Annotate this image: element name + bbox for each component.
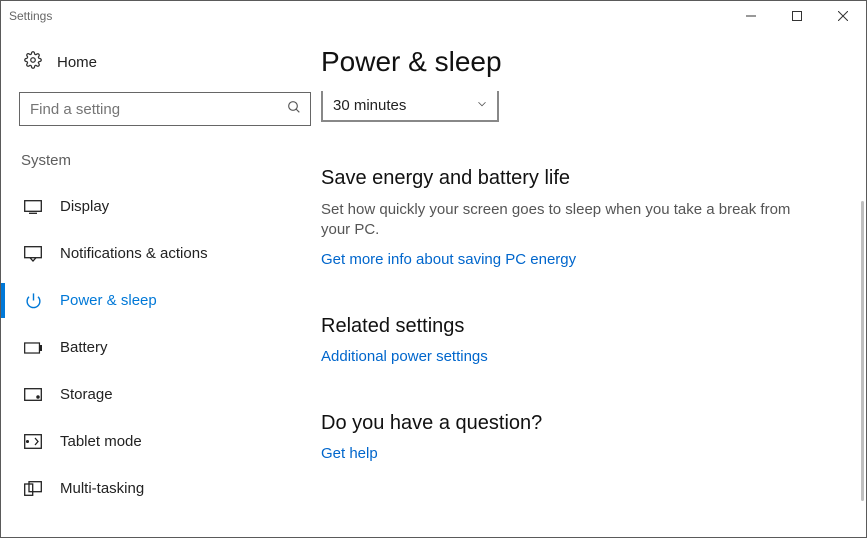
nav-multitasking[interactable]: Multi-tasking	[19, 465, 321, 512]
multitasking-icon	[24, 481, 42, 496]
notifications-icon	[24, 246, 42, 262]
nav-display[interactable]: Display	[19, 183, 321, 230]
save-energy-section: Save energy and battery life Set how qui…	[321, 167, 848, 269]
related-section: Related settings Additional power settin…	[321, 315, 848, 366]
related-heading: Related settings	[321, 315, 848, 338]
nav-label: Tablet mode	[60, 433, 142, 450]
save-energy-link[interactable]: Get more info about saving PC energy	[321, 251, 576, 268]
maximize-button[interactable]	[774, 1, 820, 31]
nav-label: Notifications & actions	[60, 245, 208, 262]
search-box[interactable]	[19, 92, 311, 126]
content-pane: Power & sleep When plugged in, PC goes t…	[321, 31, 866, 537]
sleep-time-dropdown[interactable]: 30 minutes	[321, 91, 499, 122]
titlebar: Settings	[1, 1, 866, 31]
save-energy-desc: Set how quickly your screen goes to slee…	[321, 200, 796, 241]
nav-label: Multi-tasking	[60, 480, 144, 497]
nav-storage[interactable]: Storage	[19, 371, 321, 418]
scrollbar-thumb[interactable]	[861, 201, 864, 501]
tablet-icon	[24, 434, 42, 449]
related-link[interactable]: Additional power settings	[321, 348, 488, 365]
nav-battery[interactable]: Battery	[19, 324, 321, 371]
nav-label: Power & sleep	[60, 292, 157, 309]
display-icon	[24, 200, 42, 214]
sidebar: Home System Display	[1, 31, 321, 537]
gear-icon	[24, 51, 42, 74]
close-button[interactable]	[820, 1, 866, 31]
dropdown-value: 30 minutes	[333, 97, 475, 114]
question-section: Do you have a question? Get help	[321, 412, 848, 463]
home-link[interactable]: Home	[19, 43, 321, 92]
settings-window: Settings Home	[0, 0, 867, 538]
power-icon	[24, 292, 42, 309]
chevron-down-icon	[475, 97, 489, 115]
search-icon	[286, 99, 302, 120]
page-title: Power & sleep	[321, 31, 866, 90]
minimize-button[interactable]	[728, 1, 774, 31]
get-help-link[interactable]: Get help	[321, 445, 378, 462]
nav-tablet-mode[interactable]: Tablet mode	[19, 418, 321, 465]
nav-label: Display	[60, 198, 109, 215]
vertical-scrollbar[interactable]	[848, 31, 864, 537]
nav-notifications[interactable]: Notifications & actions	[19, 230, 321, 277]
home-label: Home	[57, 54, 97, 71]
search-input[interactable]	[30, 101, 286, 118]
content-scroll[interactable]: When plugged in, PC goes to sleep after …	[321, 91, 848, 537]
nav-power-sleep[interactable]: Power & sleep	[19, 277, 321, 324]
group-label: System	[19, 152, 321, 169]
storage-icon	[24, 388, 42, 401]
battery-icon	[24, 342, 42, 354]
nav-label: Battery	[60, 339, 108, 356]
window-title: Settings	[9, 9, 52, 23]
question-heading: Do you have a question?	[321, 412, 848, 435]
nav-label: Storage	[60, 386, 113, 403]
save-energy-heading: Save energy and battery life	[321, 167, 848, 190]
nav-list: Display Notifications & actions Power & …	[19, 183, 321, 512]
